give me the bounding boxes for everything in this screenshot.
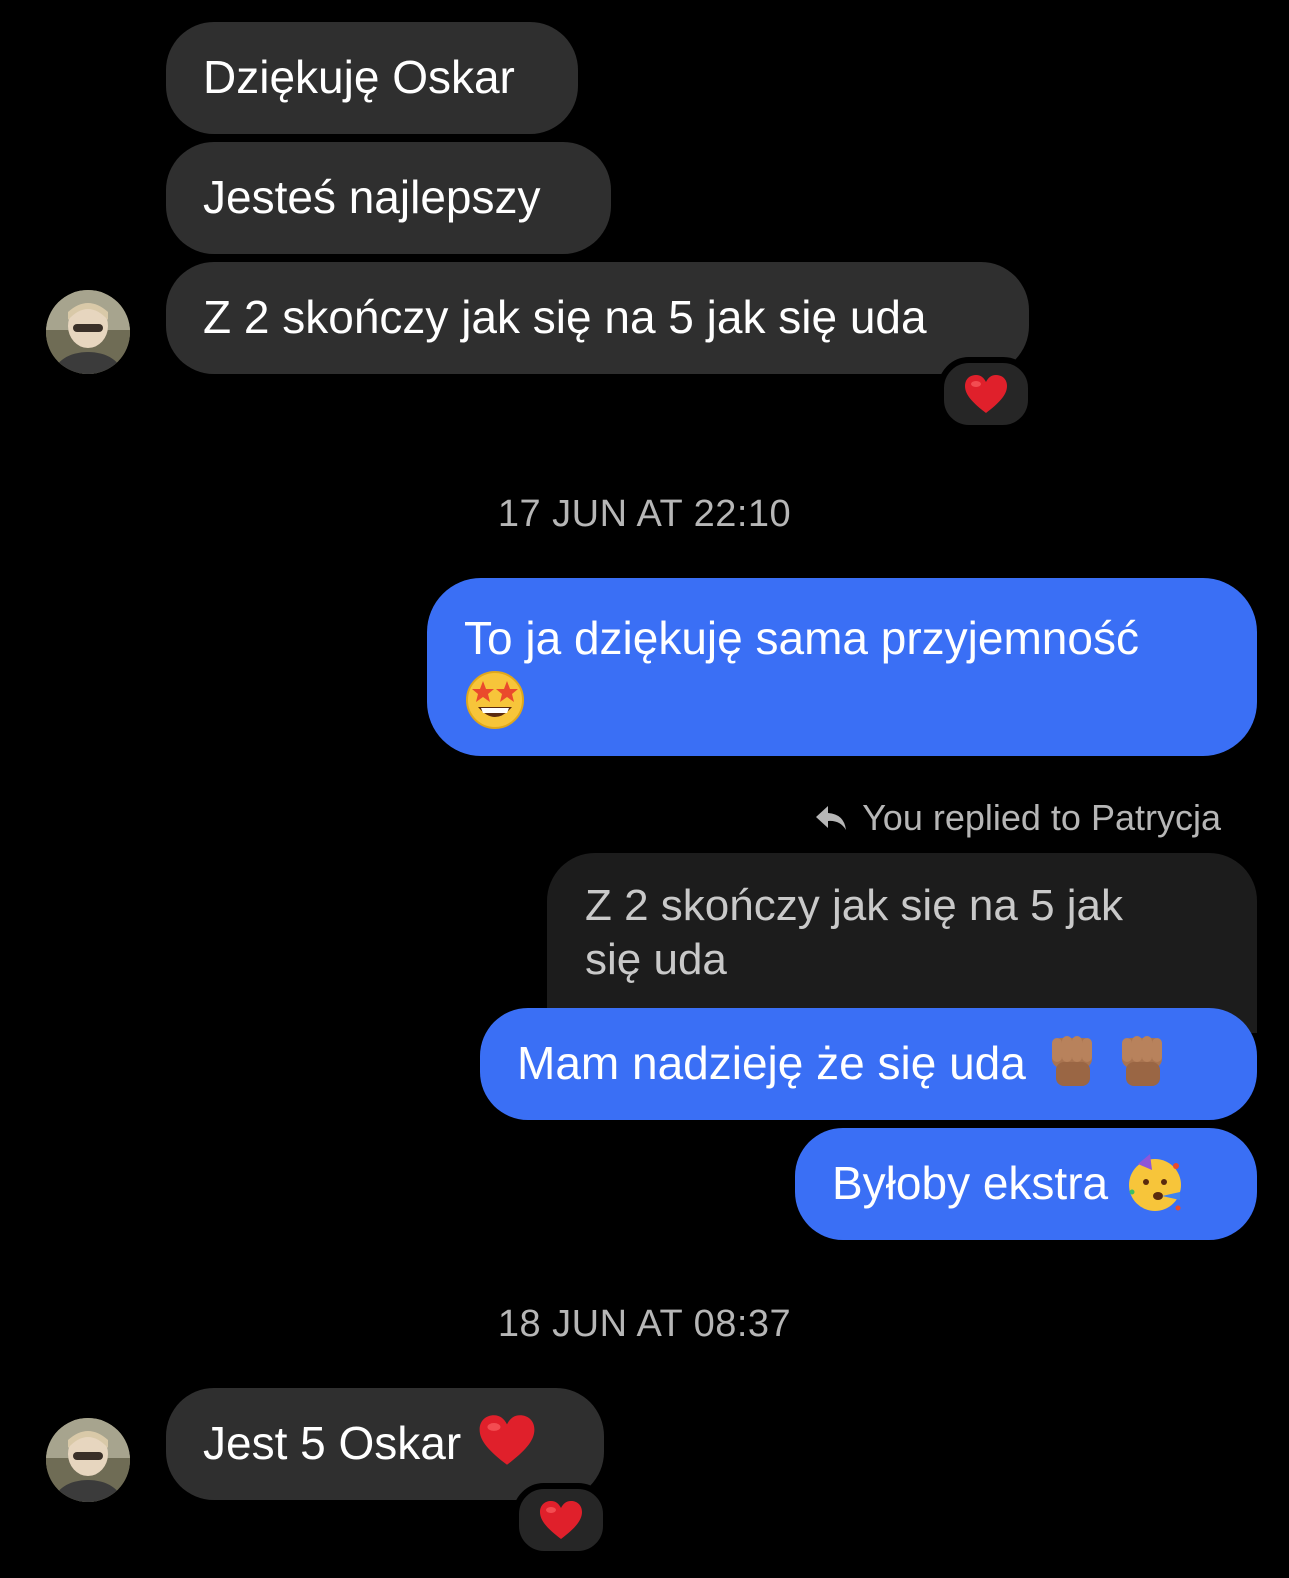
- avatar-photo: [46, 1418, 130, 1502]
- partying-face-emoji: [1129, 1154, 1182, 1211]
- message-text: Mam nadzieję że się uda: [517, 1037, 1026, 1089]
- message-bubble-outgoing[interactable]: Mam nadzieję że się uda: [480, 1008, 1257, 1120]
- quoted-message[interactable]: Z 2 skończy jak się na 5 jak się uda: [547, 853, 1257, 1033]
- quoted-message-text: Z 2 skończy jak się na 5 jak się uda: [585, 881, 1124, 984]
- reaction-badge[interactable]: [513, 1483, 609, 1557]
- reply-arrow-icon: [816, 806, 847, 830]
- heart-icon: [965, 375, 1007, 413]
- message-text: Dziękuję Oskar: [203, 51, 515, 103]
- contact-avatar[interactable]: [46, 290, 130, 374]
- message-text: Byłoby ekstra: [832, 1157, 1109, 1209]
- raised-fist-emoji: [1051, 1036, 1092, 1086]
- reaction-badge[interactable]: [938, 357, 1034, 431]
- message-bubble-incoming[interactable]: Z 2 skończy jak się na 5 jak się uda: [166, 262, 1029, 374]
- reply-label-text: You replied to Patrycja: [862, 797, 1221, 838]
- contact-avatar[interactable]: [46, 1418, 130, 1502]
- avatar-photo: [46, 290, 130, 374]
- heart-icon: [540, 1501, 582, 1539]
- message-bubble-outgoing[interactable]: Byłoby ekstra: [795, 1128, 1257, 1240]
- message-bubble-incoming[interactable]: Jesteś najlepszy: [166, 142, 611, 254]
- message-text: Z 2 skończy jak się na 5 jak się uda: [203, 291, 927, 343]
- red-heart-emoji: [479, 1415, 535, 1465]
- message-text: Jesteś najlepszy: [203, 171, 541, 223]
- message-text: Jest 5 Oskar: [203, 1417, 462, 1469]
- reply-indicator: You replied to Patrycja: [814, 796, 1221, 840]
- raised-fist-emoji: [1121, 1036, 1162, 1086]
- timestamp: 18 JUN AT 08:37: [497, 1303, 792, 1345]
- message-text: To ja dziękuję sama przyjemność: [464, 612, 1139, 664]
- star-struck-emoji: [466, 671, 524, 729]
- message-bubble-outgoing[interactable]: To ja dziękuję sama przyjemność: [427, 578, 1257, 756]
- message-bubble-incoming[interactable]: Dziękuję Oskar: [166, 22, 578, 134]
- timestamp: 17 JUN AT 22:10: [497, 493, 792, 535]
